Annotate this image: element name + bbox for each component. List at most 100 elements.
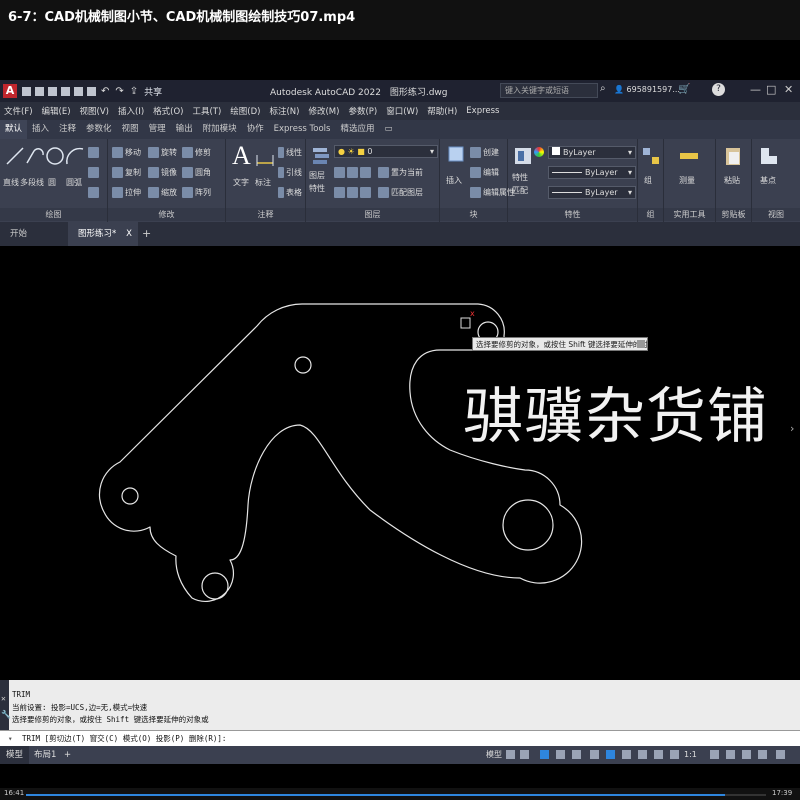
menu-insert[interactable]: 插入(I) [118,105,144,117]
arc-button[interactable]: 圆弧 [66,177,82,188]
seek-track[interactable] [26,794,766,796]
tab-parametric[interactable]: 参数化 [81,120,117,139]
boundary-icon[interactable] [88,187,99,198]
ortho-icon[interactable] [540,750,549,759]
menu-edit[interactable]: 编辑(E) [42,105,71,117]
annotation-monitor-icon[interactable] [726,750,735,759]
color-dropdown[interactable]: ByLayer ▾ [548,146,636,159]
move-button[interactable]: 移动 [112,147,141,158]
stretch-button[interactable]: 拉伸 [112,187,141,198]
undo-icon[interactable]: ↶ [101,86,109,97]
isodraft-icon[interactable] [572,750,581,759]
color-wheel-icon[interactable] [534,147,544,157]
close-command-icon[interactable]: ✕ [1,694,6,703]
close-tab-icon[interactable]: X [126,222,132,246]
help-icon[interactable]: ? [712,83,725,96]
tab-model[interactable]: 模型 [0,746,30,764]
snap-icon[interactable] [520,750,529,759]
tab-start[interactable]: 开始 [0,222,37,246]
object-snap-tracking-icon[interactable] [590,750,599,759]
tab-insert[interactable]: 插入 [27,120,54,139]
menu-file[interactable]: 文件(F) [4,105,33,117]
hardware-acceleration-icon[interactable] [758,750,767,759]
array-button[interactable]: 阵列 [182,187,211,198]
group-title-properties[interactable]: 特性 [508,208,637,221]
measure-button[interactable]: 测量 [679,175,695,186]
cart-icon[interactable]: 🛒 [678,84,690,95]
group-title-annotation[interactable]: 注释 [226,208,305,221]
circle-icon[interactable] [44,145,66,167]
copy-button[interactable]: 复制 [112,167,141,178]
group-icon[interactable] [640,145,662,167]
rectangle-icon[interactable] [88,147,99,158]
annotation-scale-icon[interactable] [670,750,679,759]
search-input[interactable]: 键入关键字或短语 [500,83,598,98]
open-file-icon[interactable] [35,86,44,96]
model-space-button[interactable]: 模型 [486,749,502,761]
command-recent-icon[interactable]: ▾ [8,731,13,746]
dimension-icon[interactable] [254,147,276,169]
menu-parametric[interactable]: 参数(P) [348,105,377,117]
command-input[interactable]: ▾ TRIM [剪切边(T) 窗交(C) 模式(O) 投影(P) 删除(R)]: [0,730,800,746]
menu-view[interactable]: 视图(V) [80,105,109,117]
object-snap-icon[interactable] [606,750,615,759]
redo-icon[interactable]: ↷ [115,86,123,97]
line-icon[interactable] [4,145,26,167]
group-button[interactable]: 组 [644,175,652,186]
new-file-icon[interactable] [22,86,31,96]
text-icon[interactable]: A [232,141,251,171]
polyline-icon[interactable] [24,145,46,167]
text-button[interactable]: 文字 [233,177,249,188]
group-title-modify[interactable]: 修改 [108,208,225,221]
ribbon-toggle-icon[interactable]: ▭ [380,120,398,139]
share-icon[interactable]: ⇪ [130,86,138,97]
menu-draw[interactable]: 绘图(D) [230,105,260,117]
share-button[interactable]: 共享 [144,85,162,98]
linetype-dropdown[interactable]: ByLayer ▾ [548,166,636,179]
rotate-button[interactable]: 旋转 [148,147,177,158]
search-icon[interactable]: ⌕ [600,83,606,94]
group-title-view[interactable]: 视图 [752,208,800,221]
group-title-layers[interactable]: 图层 [306,208,439,221]
maximize-button[interactable]: □ [766,83,776,96]
chevron-right-icon[interactable]: › [790,422,794,435]
tab-featured-apps[interactable]: 精选应用 [335,120,379,139]
menu-dimension[interactable]: 标注(N) [269,105,299,117]
tab-default[interactable]: 默认 [0,120,28,139]
menu-help[interactable]: 帮助(H) [427,105,457,117]
close-button[interactable]: ✕ [784,83,793,96]
save-as-icon[interactable] [61,86,70,96]
transparency-icon[interactable] [638,750,647,759]
make-current-button[interactable]: 置为当前 [378,167,423,178]
video-seekbar[interactable]: 16:41 17:39 [0,788,800,800]
dimension-button[interactable]: 标注 [255,177,271,188]
group-title-groups[interactable]: 组 [638,208,663,221]
new-layout-button[interactable]: + [58,746,77,764]
layer-dropdown[interactable]: ● ☀ ■ 0 ▾ [334,145,438,158]
tab-output[interactable]: 输出 [171,120,198,139]
match-layer-button[interactable]: 匹配图层 [378,187,423,198]
circle-button[interactable]: 圆 [48,177,56,188]
line-button[interactable]: 直线 [3,177,19,188]
menu-express[interactable]: Express [466,106,499,116]
layer-tool-icons-2[interactable] [334,187,373,198]
polar-icon[interactable] [556,750,565,759]
arc-icon[interactable] [64,145,86,167]
scale-button[interactable]: 缩放 [148,187,177,198]
paste-icon[interactable] [722,145,744,167]
tab-addins[interactable]: 附加模块 [198,120,242,139]
tab-drawing-practice[interactable]: 图形练习* X [68,222,138,246]
tab-manage[interactable]: 管理 [144,120,171,139]
menu-tools[interactable]: 工具(T) [192,105,221,117]
autocad-logo-icon[interactable]: A [3,84,17,98]
scale-display[interactable]: 1:1 [684,749,697,761]
group-title-clipboard[interactable]: 剪贴板 [716,208,751,221]
layer-tool-icons[interactable] [334,167,373,178]
leader-button[interactable]: 引线 [278,167,302,178]
group-title-block[interactable]: 块 [440,208,507,221]
group-title-utilities[interactable]: 实用工具 [664,208,715,221]
plot-icon[interactable] [87,86,96,96]
drawing-canvas[interactable]: x 选择要修剪的对象，或按住 Shift 键选择要延伸的对象或 骐骥杂货铺 › [0,246,800,680]
print-icon[interactable] [74,86,83,96]
group-title-draw[interactable]: 绘图 [0,208,107,221]
